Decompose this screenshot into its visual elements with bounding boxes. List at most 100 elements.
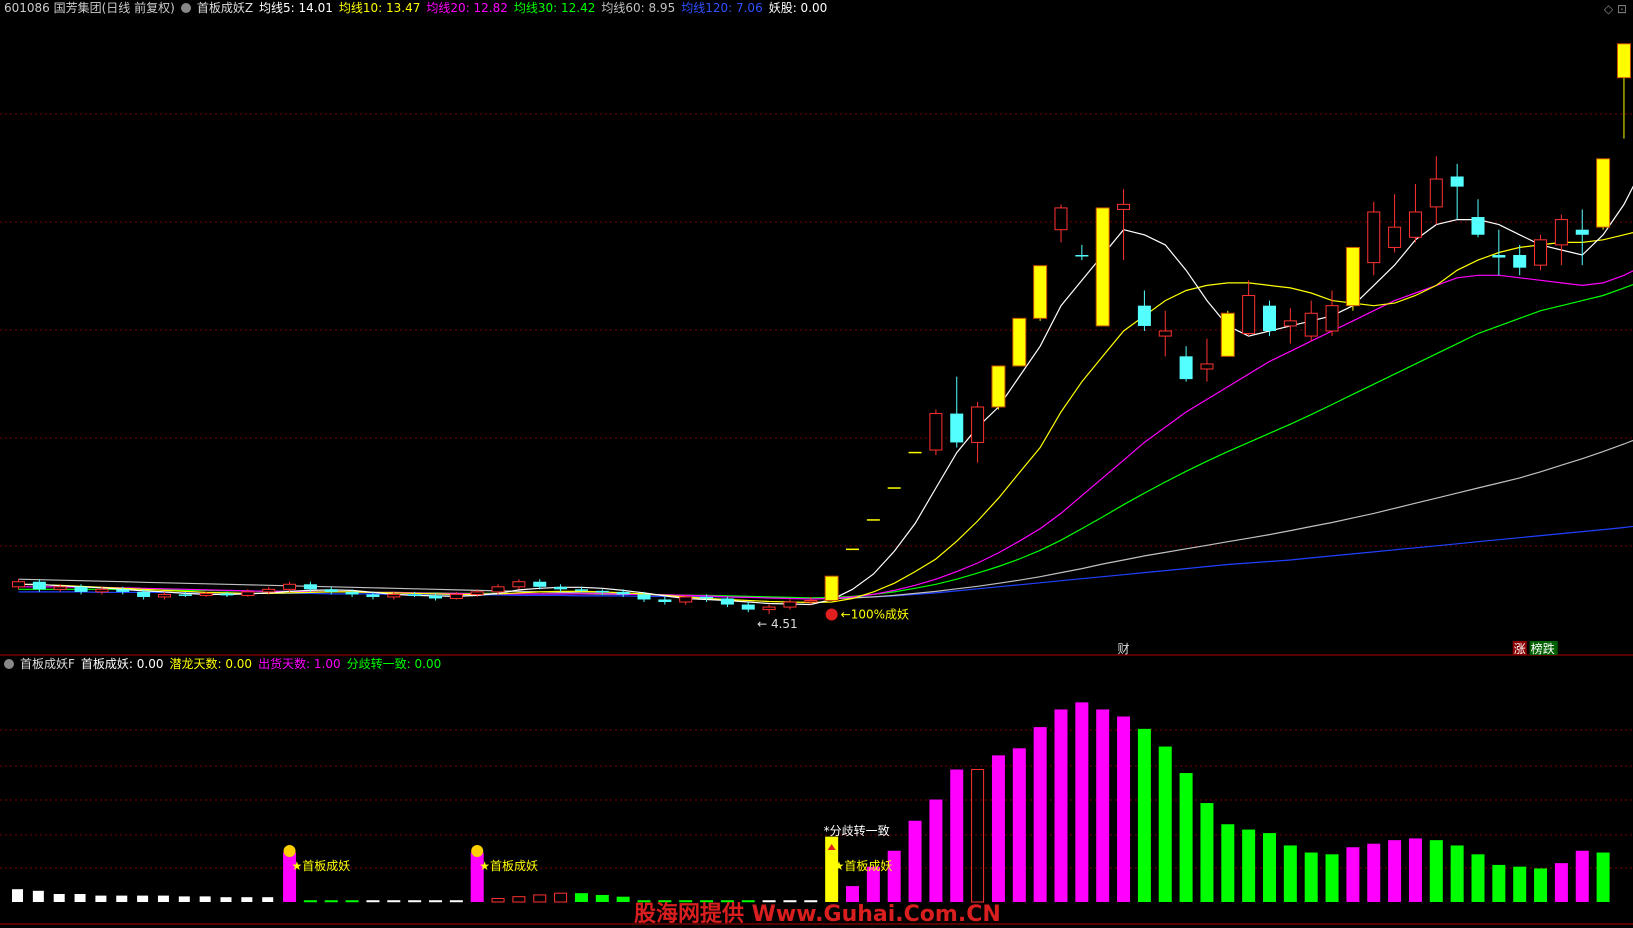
indicator-name[interactable]: 首板成妖Z [197, 1, 253, 15]
stock-code-name[interactable]: 601086 国芳集团(日线 前复权) [4, 1, 175, 15]
candle [304, 584, 317, 589]
collapse-icon[interactable] [181, 3, 191, 13]
sub-indicator-name[interactable]: 首板成妖F [20, 657, 75, 671]
candle [429, 595, 442, 598]
candle [1263, 306, 1276, 331]
indicator-bar [492, 898, 504, 902]
indicator-bar [1034, 727, 1047, 902]
candle [1597, 159, 1610, 227]
indicator-bar [1597, 853, 1610, 902]
indicator-bar [1075, 702, 1088, 902]
candle [1013, 318, 1026, 366]
indicator-bar [950, 770, 963, 903]
indicator-bar [1555, 863, 1568, 902]
sbcy-mark: ★首板成妖 [834, 859, 893, 873]
indicator-bar [304, 900, 317, 902]
candle [742, 605, 755, 610]
candle [13, 582, 25, 587]
sbcy-value: 首板成妖: 0.00 [81, 657, 164, 671]
indicator-bar [534, 895, 546, 902]
indicator-bar [575, 893, 588, 902]
candle [179, 594, 192, 596]
candle [658, 599, 671, 602]
candle [1096, 208, 1109, 326]
candle [1284, 321, 1296, 326]
coin-icon [471, 845, 483, 857]
candle [492, 587, 504, 592]
candle [1389, 227, 1401, 247]
indicator-bar [1200, 803, 1213, 902]
candle [325, 589, 338, 592]
indicator-bar [366, 900, 379, 902]
candle [200, 593, 212, 595]
candle [408, 594, 421, 596]
indicator-bar [12, 889, 23, 902]
candle [763, 607, 775, 610]
candle [1243, 296, 1255, 334]
collapse-icon[interactable] [4, 659, 14, 669]
indicator-bar [1346, 847, 1359, 902]
settings-icon[interactable]: ◇ ⊡ [1604, 2, 1627, 16]
indicator-bar [137, 896, 148, 902]
candle [1472, 217, 1485, 235]
candle [221, 593, 234, 595]
indicator-bar [1055, 709, 1068, 902]
candle [284, 584, 296, 589]
indicator-bar [408, 900, 421, 902]
indicator-bar [158, 896, 169, 902]
ma10-value: 均线10: 13.47 [339, 1, 420, 15]
candle [1430, 179, 1442, 207]
candle [1451, 177, 1464, 187]
watermark: 股海网提供 Www.Guhai.Com.CN [634, 896, 1001, 928]
ma20-line [19, 265, 1633, 599]
candle [950, 414, 963, 443]
candle [1118, 204, 1130, 209]
indicator-bar [1096, 709, 1109, 902]
ma5-value: 均线5: 14.01 [259, 1, 333, 15]
ma20-value: 均线20: 12.82 [426, 1, 507, 15]
zhang-label: 涨 [1514, 641, 1526, 656]
indicator-bar [200, 896, 211, 902]
candle [366, 594, 379, 597]
candle [158, 594, 170, 597]
candle [1075, 255, 1088, 257]
indicator-bar [1326, 854, 1339, 902]
candle [721, 598, 734, 604]
coin-icon [284, 845, 296, 857]
candle [1305, 313, 1317, 336]
ma10-line [19, 230, 1633, 603]
candle [1138, 306, 1151, 326]
yaogu-value: 妖股: 0.00 [769, 1, 828, 15]
indicator-bar [241, 897, 252, 902]
candle [1346, 247, 1359, 305]
fqzyz-mark: *分歧转一致 [824, 823, 890, 838]
indicator-bar [346, 900, 359, 902]
candle [972, 407, 984, 442]
candle [137, 592, 150, 597]
bangdie-label: 榜跌 [1531, 641, 1555, 656]
candle [638, 594, 651, 599]
candle [1535, 240, 1547, 265]
indicator-bar [116, 896, 127, 902]
candle [1513, 255, 1526, 268]
sbcy-mark: ★首板成妖 [479, 859, 538, 873]
candle [263, 589, 275, 592]
indicator-bar [909, 821, 922, 902]
indicator-bar [1221, 824, 1234, 902]
indicator-bar [1013, 748, 1026, 902]
indicator-bar [325, 900, 338, 902]
indicator-bar [1534, 868, 1547, 902]
indicator-bar [95, 896, 106, 902]
cai-label: 财 [1118, 642, 1130, 656]
indicator-bar [1180, 773, 1193, 902]
indicator-bar [1492, 865, 1505, 902]
indicator-bar [1263, 833, 1276, 902]
yao-icon [826, 608, 838, 620]
indicator-bar [513, 897, 525, 902]
candle [1159, 331, 1171, 336]
candle [1201, 364, 1213, 369]
fqzyz-value: 分歧转一致: 0.00 [347, 657, 442, 671]
candle [1555, 220, 1567, 245]
qlts-value: 潜龙天数: 0.00 [169, 657, 252, 671]
candle [992, 366, 1005, 407]
